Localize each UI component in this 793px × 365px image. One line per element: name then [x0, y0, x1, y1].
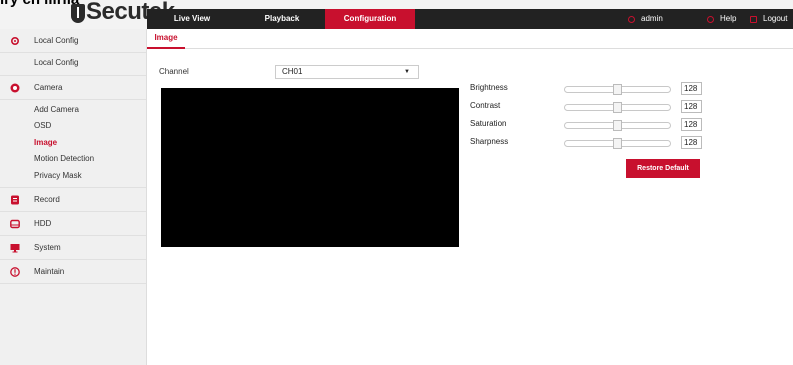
brightness-slider-thumb[interactable] [613, 84, 622, 95]
sharpness-slider-thumb[interactable] [613, 138, 622, 149]
logo-shield-icon [71, 4, 85, 23]
record-icon [11, 195, 19, 205]
tab-image[interactable]: Image [147, 29, 185, 49]
nav-live-view[interactable]: Live View [147, 9, 237, 29]
sharpness-label: Sharpness [470, 137, 509, 146]
sidebar-group-label: Record [34, 195, 60, 204]
sidebar: Local Config Local Config Camera Add Cam… [0, 29, 147, 365]
sidebar-group-label: Maintain [34, 267, 65, 276]
info-icon [10, 267, 20, 277]
saturation-value[interactable]: 128 [681, 118, 702, 131]
sidebar-group-label: System [34, 243, 61, 252]
user-icon [628, 15, 635, 23]
sidebar-camera-items: Add Camera OSD Image Motion Detection Pr… [0, 100, 146, 188]
brightness-value[interactable]: 128 [681, 82, 702, 95]
sidebar-item-osd[interactable]: OSD [0, 118, 146, 135]
sidebar-group-label: Camera [34, 82, 63, 92]
restore-default-button[interactable]: Restore Default [626, 159, 700, 178]
contrast-value[interactable]: 128 [681, 100, 702, 113]
logout-icon [750, 15, 757, 23]
logout-link[interactable]: Logout [750, 9, 787, 29]
top-nav: Live View Playback Configuration admin H… [147, 9, 793, 29]
contrast-slider[interactable] [564, 102, 671, 113]
tab-bar: Image [147, 29, 793, 49]
saturation-slider-thumb[interactable] [613, 120, 622, 131]
help-link[interactable]: Help [707, 9, 736, 29]
sidebar-group-system[interactable]: System [0, 236, 146, 260]
sidebar-group-record[interactable]: Record [0, 188, 146, 212]
sidebar-group-label: Local Config [34, 36, 79, 45]
saturation-label: Saturation [470, 119, 507, 128]
sidebar-group-label: HDD [34, 219, 52, 228]
brightness-slider[interactable] [564, 84, 671, 95]
camera-icon [10, 83, 20, 92]
sidebar-item-motion-detection[interactable]: Motion Detection [0, 151, 146, 168]
sharpness-value[interactable]: 128 [681, 136, 702, 149]
video-preview [161, 88, 459, 247]
cutoff-title-text: ıry ch llirlıa [0, 0, 79, 8]
logout-label: Logout [763, 14, 788, 23]
channel-value: CH01 [282, 67, 303, 76]
contrast-slider-thumb[interactable] [613, 102, 622, 113]
sidebar-item-local-config[interactable]: Local Config [0, 55, 146, 72]
sidebar-group-local-config[interactable]: Local Config [0, 29, 146, 53]
nav-configuration[interactable]: Configuration [325, 9, 415, 29]
sidebar-group-camera[interactable]: Camera [0, 76, 146, 100]
channel-select[interactable]: CH01 ▼ [275, 65, 419, 79]
sidebar-item-image[interactable]: Image [0, 135, 146, 152]
help-label: Help [720, 14, 737, 23]
monitor-icon [10, 244, 20, 253]
user-menu[interactable]: admin [628, 9, 663, 29]
help-icon [707, 15, 714, 23]
main-panel: Image Channel CH01 ▼ Brightness 128 Cont… [147, 29, 793, 365]
nav-playback[interactable]: Playback [237, 9, 327, 29]
channel-label: Channel [159, 67, 189, 76]
sharpness-slider[interactable] [564, 138, 671, 149]
hdd-icon [10, 219, 20, 229]
user-name: admin [641, 14, 663, 23]
saturation-slider[interactable] [564, 120, 671, 131]
chevron-down-icon: ▼ [404, 69, 410, 75]
sidebar-local-config-items: Local Config [0, 53, 146, 76]
sidebar-group-maintain[interactable]: Maintain [0, 260, 146, 284]
sidebar-group-hdd[interactable]: HDD [0, 212, 146, 236]
sidebar-item-add-camera[interactable]: Add Camera [0, 102, 146, 119]
top-banner: ıry ch llirlıa Secutek Live View Playbac… [0, 0, 793, 29]
gear-icon [10, 36, 20, 46]
contrast-label: Contrast [470, 101, 501, 110]
sidebar-item-privacy-mask[interactable]: Privacy Mask [0, 168, 146, 185]
brightness-label: Brightness [470, 83, 508, 92]
